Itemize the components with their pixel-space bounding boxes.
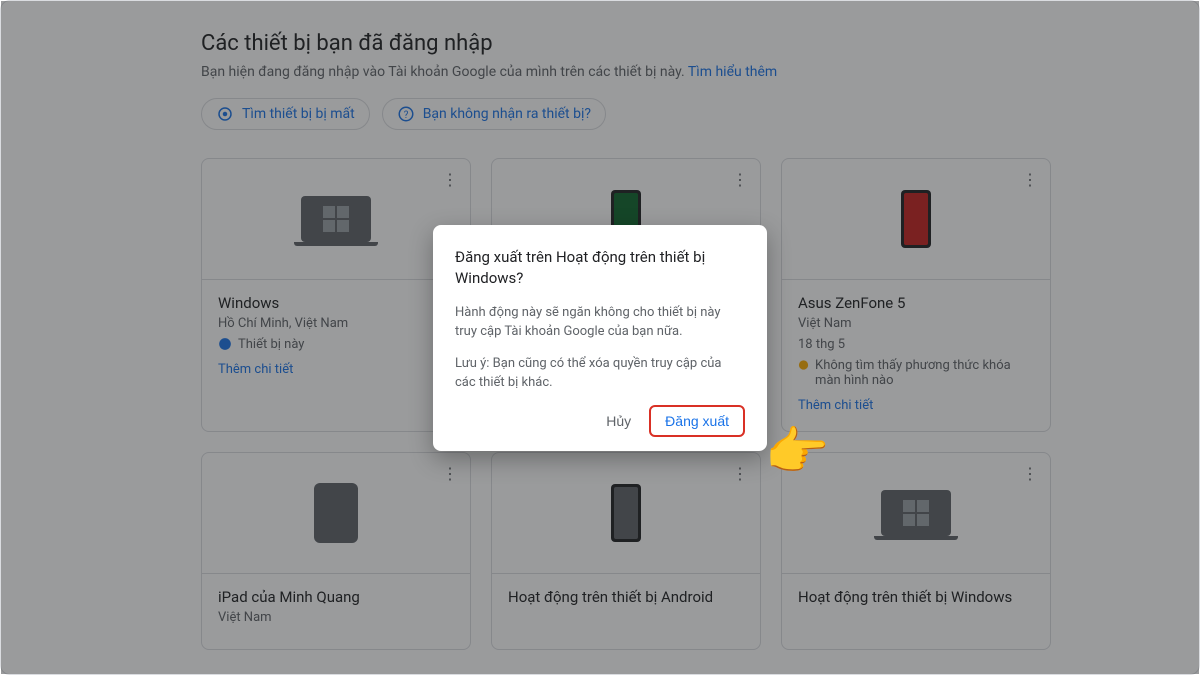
signout-button[interactable]: Đăng xuất bbox=[649, 405, 745, 437]
signout-dialog: Đăng xuất trên Hoạt động trên thiết bị W… bbox=[433, 225, 767, 451]
cancel-button[interactable]: Hủy bbox=[594, 405, 643, 437]
dialog-title: Đăng xuất trên Hoạt động trên thiết bị W… bbox=[455, 247, 745, 289]
dialog-body: Hành động này sẽ ngăn không cho thiết bị… bbox=[455, 303, 745, 342]
pointing-hand-icon: 👈 bbox=[761, 421, 831, 482]
modal-scrim: Đăng xuất trên Hoạt động trên thiết bị W… bbox=[1, 1, 1199, 674]
dialog-note: Lưu ý: Bạn cũng có thể xóa quyền truy cậ… bbox=[455, 354, 745, 393]
